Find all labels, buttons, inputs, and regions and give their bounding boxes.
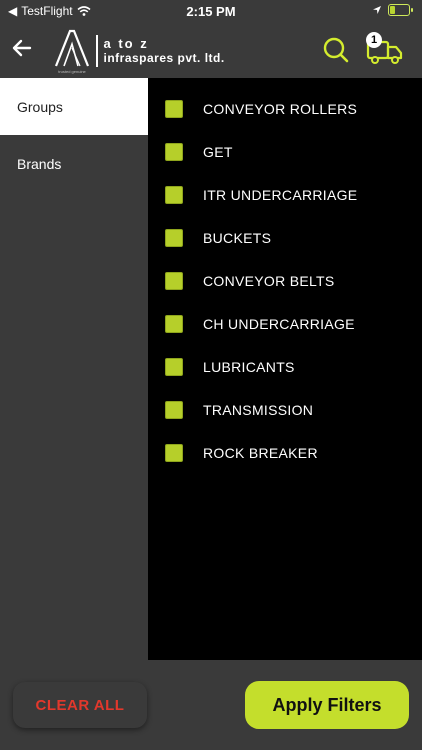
cart-count-badge: 1 [366,32,382,48]
list-item[interactable]: GET [148,130,422,173]
sidebar-item-groups[interactable]: Groups [0,78,148,135]
checkbox[interactable] [165,185,183,204]
list-item[interactable]: LUBRICANTS [148,345,422,388]
item-label: GET [203,143,233,160]
back-arrow-icon[interactable] [8,34,36,62]
search-icon[interactable] [322,36,350,64]
list-item[interactable]: CONVEYOR BELTS [148,259,422,302]
item-label: ITR UNDERCARRIAGE [203,186,358,203]
app-header: trusted genuine a to z infraspares pvt. … [0,22,422,78]
status-right [372,4,413,16]
logo-text: a to z infraspares pvt. ltd. [103,35,225,65]
item-label: CH UNDERCARRIAGE [203,315,355,332]
checkbox[interactable] [165,271,183,290]
item-label: ROCK BREAKER [203,444,318,461]
status-time: 2:15 PM [186,4,236,19]
list-item[interactable]: TRANSMISSION [148,388,422,431]
checkbox[interactable] [165,142,183,161]
logo-tagline: trusted genuine [58,69,86,74]
sidebar-item-label: Groups [17,98,63,115]
list-item[interactable]: BUCKETS [148,216,422,259]
logo-line-1: a to z [103,35,149,51]
item-label: CONVEYOR BELTS [203,272,335,289]
checkbox[interactable] [165,314,183,333]
logo-line-2: infraspares pvt. ltd. [103,50,225,65]
item-label: BUCKETS [203,229,272,246]
checkbox[interactable] [165,400,183,419]
checkbox[interactable] [165,228,183,247]
battery-icon [388,4,413,16]
sidebar-item-brands[interactable]: Brands [0,135,148,192]
logo-a-mark-icon [54,29,90,67]
checkbox[interactable] [165,443,183,462]
item-label: CONVEYOR ROLLERS [203,100,358,117]
filter-category-sidebar: Groups Brands [0,78,148,660]
logo-divider [96,34,98,67]
sidebar-item-label: Brands [17,155,62,172]
clear-all-button[interactable]: CLEAR ALL [13,682,147,728]
group-filter-list: CONVEYOR ROLLERS GET ITR UNDERCARRIAGE B… [148,78,422,660]
apply-filters-button[interactable]: Apply Filters [245,681,409,729]
location-icon [373,6,381,14]
list-item[interactable]: ROCK BREAKER [148,431,422,474]
list-item[interactable]: CONVEYOR ROLLERS [148,87,422,130]
list-item[interactable]: ITR UNDERCARRIAGE [148,173,422,216]
list-item[interactable]: CH UNDERCARRIAGE [148,302,422,345]
checkbox[interactable] [165,99,183,118]
company-logo: trusted genuine a to z infraspares pvt. … [52,28,225,74]
item-label: LUBRICANTS [203,358,295,375]
filter-footer: CLEAR ALL Apply Filters [0,660,422,750]
checkbox[interactable] [165,357,183,376]
item-label: TRANSMISSION [203,401,314,418]
status-bar: ◀ TestFlight 2:15 PM [0,0,422,22]
